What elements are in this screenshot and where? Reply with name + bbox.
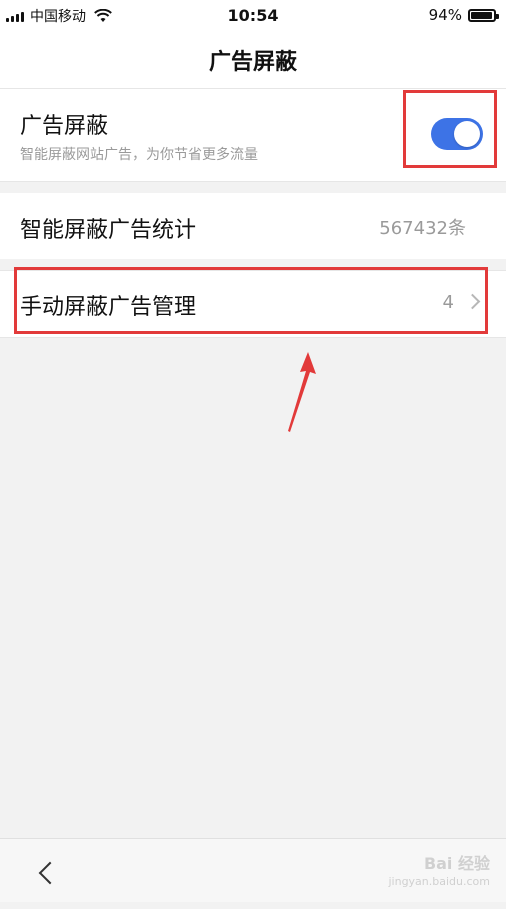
nav-bar: 广告屏蔽: [0, 32, 506, 89]
smart-stats-row[interactable]: 智能屏蔽广告统计 567432条: [0, 193, 506, 259]
watermark-text: Bai 经验: [423, 854, 490, 873]
status-bar: 中国移动 10:54 94%: [0, 0, 506, 32]
page-title: 广告屏蔽: [208, 50, 297, 75]
watermark: Bai 经验 jingyan.baidu.com: [388, 855, 490, 891]
toggle-highlight-box: [403, 90, 497, 168]
ad-block-title: 广告屏蔽: [20, 114, 109, 139]
back-button[interactable]: [36, 859, 56, 889]
status-right: 94%: [428, 6, 499, 24]
manual-highlight-box: [14, 267, 488, 334]
smart-stats-title: 智能屏蔽广告统计: [20, 218, 197, 243]
smart-stats-value: 567432条: [379, 218, 466, 239]
ad-block-subtitle: 智能屏蔽网站广告，为你节省更多流量: [20, 147, 258, 163]
bottom-toolbar: Bai 经验 jingyan.baidu.com: [0, 838, 506, 903]
battery-percent: 94%: [428, 6, 462, 24]
annotation-arrow-icon: [288, 352, 316, 432]
home-strip: [0, 902, 506, 909]
watermark-sub: jingyan.baidu.com: [388, 875, 490, 888]
battery-icon: [468, 8, 499, 22]
battery-fill: [471, 11, 492, 19]
